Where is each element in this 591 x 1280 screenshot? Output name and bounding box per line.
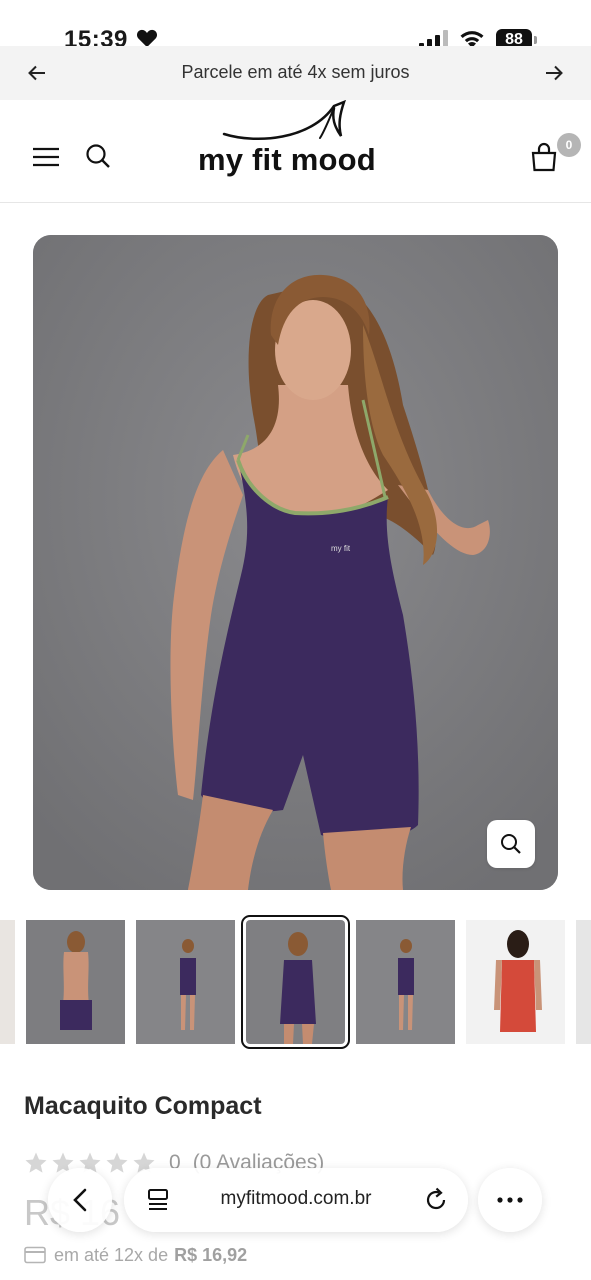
installments-prefix: em até 12x de: [54, 1244, 169, 1265]
zoom-button[interactable]: [487, 820, 535, 868]
thumbnail[interactable]: [356, 920, 455, 1044]
product-photo: my fit: [33, 235, 558, 890]
star-icon: [25, 1152, 47, 1173]
cart-count-badge: 0: [557, 133, 581, 157]
address-url[interactable]: myfitmood.com.br: [186, 1188, 406, 1210]
chevron-left-icon: [73, 1188, 87, 1212]
tab-overview-icon[interactable]: [144, 1186, 172, 1214]
more-icon: [497, 1197, 523, 1203]
installments-value: R$ 16,92: [174, 1244, 248, 1265]
thumbnail-strip: [0, 915, 591, 1050]
logo-text: my fit mood: [198, 142, 376, 177]
reload-icon[interactable]: [422, 1186, 450, 1214]
promo-next-arrow-icon[interactable]: [541, 60, 567, 86]
product-title: Macaquito Compact: [24, 1092, 262, 1120]
status-bar: 15:39 88: [0, 0, 591, 53]
heart-icon: [136, 29, 158, 48]
thumbnail-active[interactable]: [241, 915, 350, 1049]
menu-icon[interactable]: [30, 142, 62, 172]
brand-logo[interactable]: my fit mood: [190, 100, 400, 190]
thumbnail[interactable]: [466, 920, 565, 1044]
zoom-icon: [501, 834, 521, 854]
site-header: my fit mood: [0, 100, 591, 203]
thumbnail[interactable]: [136, 920, 235, 1044]
credit-card-icon: [24, 1246, 46, 1264]
promo-bar: Parcele em até 4x sem juros: [0, 46, 591, 100]
svg-text:my fit: my fit: [331, 544, 351, 553]
browser-back-button[interactable]: [48, 1168, 112, 1232]
star-icon: [106, 1152, 128, 1173]
thumbnail[interactable]: [0, 920, 15, 1044]
thumbnail[interactable]: [26, 920, 125, 1044]
promo-text: Parcele em até 4x sem juros: [181, 62, 410, 82]
installments-info: em até 12x de R$ 16,92: [24, 1242, 247, 1268]
browser-more-button[interactable]: [478, 1168, 542, 1232]
address-bar[interactable]: myfitmood.com.br: [124, 1168, 468, 1232]
cart-icon[interactable]: [527, 140, 561, 174]
logo-swoosh-icon: [222, 100, 346, 140]
search-icon[interactable]: [82, 140, 114, 172]
product-main-image[interactable]: my fit: [33, 235, 558, 890]
thumbnail[interactable]: [576, 920, 591, 1044]
